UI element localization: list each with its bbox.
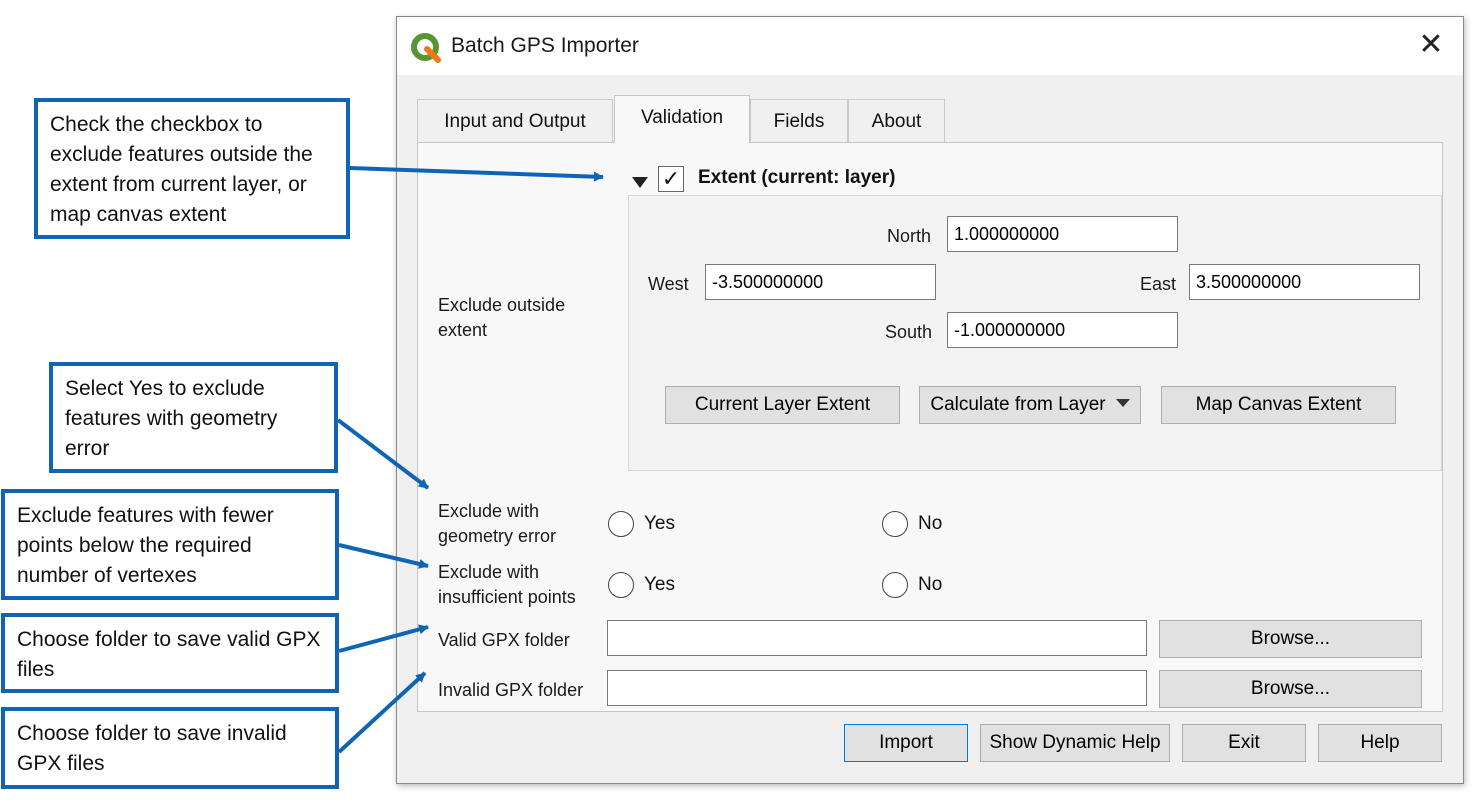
south-label: South: [885, 322, 933, 342]
insufficient-points-yes-label: Yes: [644, 574, 675, 595]
extent-checkbox[interactable]: ✓: [658, 166, 684, 192]
window-title: Batch GPS Importer: [451, 34, 639, 57]
north-label: North: [887, 226, 932, 246]
exclude-outside-extent-label: Exclude outside extent: [438, 295, 566, 340]
valid-gpx-folder-input[interactable]: [607, 620, 1147, 656]
chevron-down-icon: [1115, 398, 1130, 407]
invalid-gpx-folder-input[interactable]: [607, 670, 1147, 706]
callout-insufficient-points: Exclude features with fewer points below…: [1, 489, 339, 600]
callout-extent: Check the checkbox to exclude features o…: [34, 98, 350, 239]
batch-gps-importer-dialog: Batch GPS Importer ✕ Input and Output Va…: [396, 16, 1464, 784]
insufficient-points-no-radio[interactable]: [882, 572, 908, 598]
current-layer-extent-button[interactable]: Current Layer Extent: [665, 386, 900, 424]
tab-validation[interactable]: Validation: [614, 95, 750, 143]
geometry-error-yes-radio[interactable]: [608, 511, 634, 537]
north-input[interactable]: [947, 216, 1178, 252]
callout-geometry-error: Select Yes to exclude features with geom…: [49, 362, 338, 473]
calculate-from-layer-dropdown[interactable]: Calculate from Layer: [919, 386, 1141, 424]
insufficient-points-yes-radio[interactable]: [608, 572, 634, 598]
collapse-toggle-icon[interactable]: [632, 177, 648, 188]
tab-about[interactable]: About: [848, 99, 945, 143]
east-input[interactable]: [1189, 264, 1420, 300]
valid-gpx-folder-label: Valid GPX folder: [438, 630, 570, 650]
valid-folder-browse-button[interactable]: Browse...: [1159, 620, 1422, 658]
show-dynamic-help-button[interactable]: Show Dynamic Help: [980, 724, 1170, 762]
extent-group-box: North West East South Current Layer Exte…: [628, 195, 1442, 471]
insufficient-points-no-label: No: [918, 574, 943, 595]
insufficient-points-label: Exclude with insufficient points: [438, 562, 576, 607]
help-button[interactable]: Help: [1318, 724, 1442, 762]
invalid-gpx-folder-label: Invalid GPX folder: [438, 680, 584, 700]
callout-valid-folder: Choose folder to save valid GPX files: [1, 613, 339, 693]
title-bar: Batch GPS Importer ✕: [397, 17, 1463, 75]
west-label: West: [648, 274, 689, 294]
geometry-error-no-label: No: [918, 513, 943, 534]
close-icon[interactable]: ✕: [1417, 30, 1445, 61]
tab-input-and-output[interactable]: Input and Output: [417, 99, 613, 143]
geometry-error-label: Exclude with geometry error: [438, 501, 557, 546]
validation-tab-pane: ✓ Extent (current: layer) Exclude outsid…: [417, 142, 1443, 712]
tab-fields[interactable]: Fields: [750, 99, 848, 143]
geometry-error-yes-label: Yes: [644, 513, 675, 534]
east-label: East: [1140, 274, 1177, 294]
qgis-logo-icon: [411, 33, 441, 63]
extent-group-title: Extent (current: layer): [698, 167, 896, 188]
west-input[interactable]: [705, 264, 936, 300]
map-canvas-extent-button[interactable]: Map Canvas Extent: [1161, 386, 1396, 424]
calculate-from-layer-label: Calculate from Layer: [930, 394, 1106, 415]
invalid-folder-browse-button[interactable]: Browse...: [1159, 670, 1422, 708]
geometry-error-no-radio[interactable]: [882, 511, 908, 537]
south-input[interactable]: [947, 312, 1178, 348]
exit-button[interactable]: Exit: [1182, 724, 1306, 762]
import-button[interactable]: Import: [844, 724, 968, 762]
callout-invalid-folder: Choose folder to save invalid GPX files: [1, 707, 339, 789]
